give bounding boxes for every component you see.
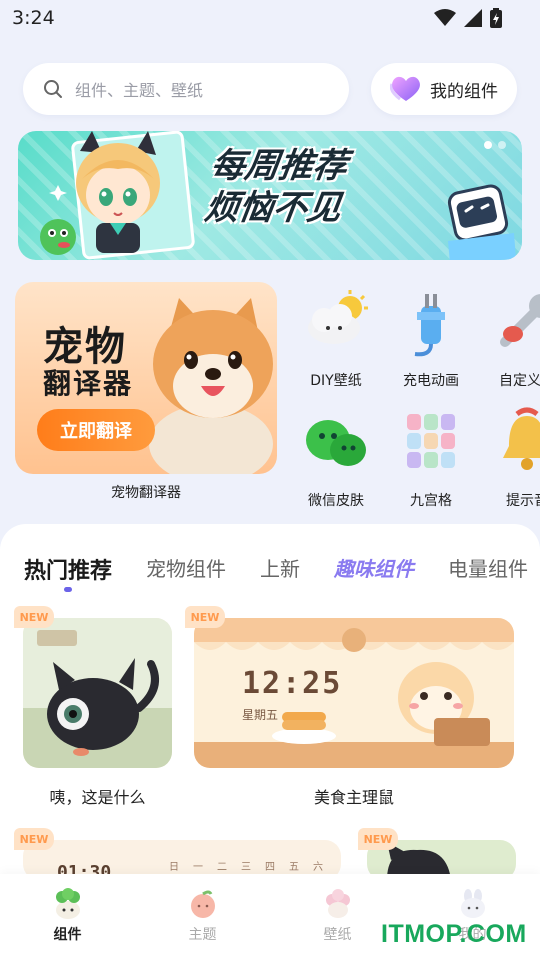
my-widgets-label: 我的组件 xyxy=(430,81,498,102)
search-placeholder: 组件、主题、壁纸 xyxy=(75,81,204,100)
wechat-icon xyxy=(306,420,366,466)
nav-label: 组件 xyxy=(53,927,82,943)
calendar-day: 四 xyxy=(265,862,275,873)
grid-icon xyxy=(407,414,455,468)
banner-title-line2: 烦恼不见 xyxy=(202,188,344,228)
card-weekday: 星期五 xyxy=(242,708,279,722)
flower-icon xyxy=(325,889,350,918)
card-clock-time: 12:25 xyxy=(242,666,343,701)
category-tabs: 热门推荐 宠物组件 上新 趣味组件 电量组件 xyxy=(24,553,540,593)
sprout-icon xyxy=(55,888,80,919)
wrench-icon xyxy=(500,294,540,347)
calendar-day: 六 xyxy=(313,862,323,873)
robot-illustration xyxy=(447,184,516,260)
new-badge: NEW xyxy=(185,606,225,628)
search-icon xyxy=(44,80,62,98)
bell-icon xyxy=(503,407,540,470)
calendar-header: 日 一 二 三 四 五 六 xyxy=(169,858,323,873)
translate-now-button[interactable]: 立即翻译 xyxy=(37,409,155,451)
quick-item-wechat-skin[interactable]: 微信皮肤 xyxy=(291,406,381,510)
black-cat-illustration xyxy=(23,618,172,768)
pet-translator-caption: 宠物翻译器 xyxy=(111,485,181,501)
tab-new[interactable]: 上新 xyxy=(260,553,300,593)
shiba-dog-illustration xyxy=(149,298,273,474)
status-bar: 3:24 xyxy=(0,0,540,36)
pet-card-subtitle: 翻译器 xyxy=(43,367,134,400)
tab-battery-widgets[interactable]: 电量组件 xyxy=(448,553,528,593)
wifi-icon xyxy=(434,9,456,26)
quick-item-label: 九宫格 xyxy=(410,493,452,509)
nav-themes[interactable]: 主题 xyxy=(153,888,253,944)
search-input[interactable]: 组件、主题、壁纸 xyxy=(23,63,349,115)
banner-pagination xyxy=(484,141,506,149)
site-watermark: ITMOP.COM xyxy=(381,920,527,948)
quick-item-label: 充电动画 xyxy=(403,373,459,389)
charger-icon xyxy=(414,294,445,357)
new-badge: NEW xyxy=(358,828,398,850)
quick-item-label: 自定义图 xyxy=(499,373,540,389)
heart-icon xyxy=(390,76,420,101)
banner-dot xyxy=(498,141,506,149)
tab-pet-widgets[interactable]: 宠物组件 xyxy=(146,553,226,593)
calendar-day: 五 xyxy=(289,862,299,873)
banner-dot xyxy=(484,141,492,149)
calendar-day: 日 xyxy=(169,862,179,873)
signal-icon xyxy=(464,9,482,27)
quick-item-label: DIY壁纸 xyxy=(310,373,362,389)
quick-item-nine-grid[interactable]: 九宫格 xyxy=(386,406,476,510)
card-caption: 美食主理鼠 xyxy=(313,788,394,807)
quick-item-label: 提示音 xyxy=(506,493,540,509)
card-caption: 咦，这是什么 xyxy=(49,788,146,807)
banner-title-line1: 每周推荐 xyxy=(208,146,350,186)
nav-wallpapers[interactable]: 壁纸 xyxy=(288,888,388,944)
weekly-recommend-banner[interactable]: 每周推荐 烦恼不见 xyxy=(18,131,522,260)
active-tab-indicator xyxy=(64,587,72,592)
calendar-day: 三 xyxy=(241,862,251,873)
my-widgets-button[interactable]: 我的组件 xyxy=(371,63,517,115)
battery-icon xyxy=(490,8,502,28)
bunny-icon xyxy=(460,889,485,918)
nav-label: 主题 xyxy=(188,927,217,943)
status-time: 3:24 xyxy=(12,7,55,29)
banner-title: 每周推荐 烦恼不见 xyxy=(202,145,454,229)
widget-card[interactable]: 12:25 星期五 xyxy=(194,618,514,768)
calendar-day: 一 xyxy=(193,862,203,873)
new-badge: NEW xyxy=(14,828,54,850)
anime-girl-illustration xyxy=(40,131,195,260)
nav-label: 壁纸 xyxy=(323,927,352,943)
tab-fun-widgets[interactable]: 趣味组件 xyxy=(334,553,414,593)
widget-card[interactable] xyxy=(23,618,172,768)
cloud-sun-icon xyxy=(308,290,368,344)
quick-item-notification-sound[interactable]: 提示音 xyxy=(482,406,540,510)
quick-item-charging-animation[interactable]: 充电动画 xyxy=(386,286,476,390)
quick-item-label: 微信皮肤 xyxy=(308,493,364,509)
pet-translator-card[interactable]: 宠物 翻译器 立即翻译 xyxy=(15,282,277,474)
quick-item-custom[interactable]: 自定义图 xyxy=(482,286,540,390)
quick-item-diy-wallpaper[interactable]: DIY壁纸 xyxy=(291,286,381,390)
new-badge: NEW xyxy=(14,606,54,628)
calendar-day: 二 xyxy=(217,862,227,873)
peach-icon xyxy=(190,890,215,918)
status-icons xyxy=(434,8,502,28)
nav-widgets[interactable]: 组件 xyxy=(18,888,118,944)
